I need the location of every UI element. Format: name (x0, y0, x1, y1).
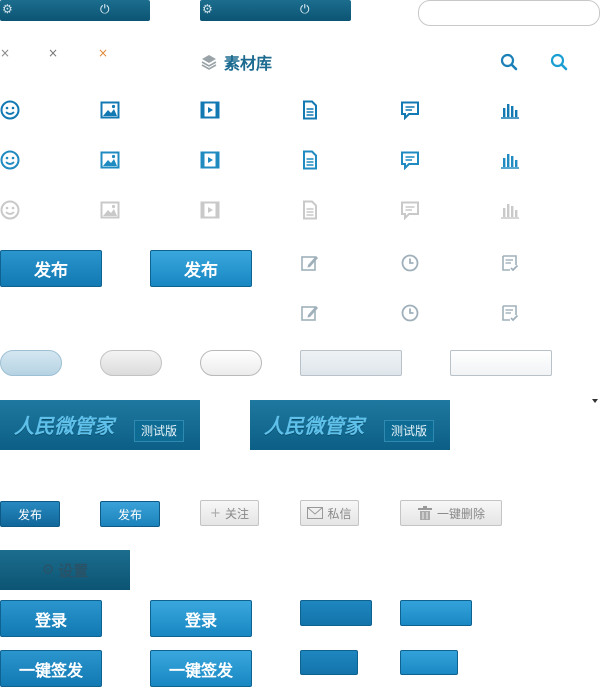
smiley-icon[interactable] (0, 200, 20, 220)
publish-small-label: 发布 (17, 507, 42, 522)
caret-down-icon[interactable] (592, 399, 598, 403)
chart-icon[interactable] (500, 150, 520, 170)
library-title: 素材库 (224, 54, 273, 73)
search-icon[interactable] (550, 53, 568, 71)
comment-icon[interactable] (400, 200, 420, 221)
check-note-icon[interactable] (500, 253, 520, 273)
blank-button-hover[interactable] (400, 600, 472, 626)
brand-logo: 人民微管家 (264, 414, 364, 438)
image-icon[interactable] (100, 100, 120, 120)
blank-button-small-hover[interactable] (400, 650, 458, 675)
pill-button-blue[interactable] (0, 350, 62, 376)
comment-icon[interactable] (400, 100, 420, 121)
message-button[interactable]: 私信 (300, 500, 359, 526)
chart-icon[interactable] (500, 100, 520, 120)
gear-icon[interactable]: ⚙ (202, 3, 213, 15)
toolbar-dark-1: ⚙ ⏻ (0, 0, 150, 21)
blank-button[interactable] (300, 600, 372, 626)
follow-button[interactable]: + 关注 (200, 500, 259, 526)
pill-button-gray[interactable] (100, 350, 162, 376)
beta-badge: 测试版 (384, 420, 435, 442)
power-icon[interactable]: ⏻ (100, 3, 110, 15)
video-icon[interactable] (200, 150, 220, 170)
check-note-icon[interactable] (500, 303, 520, 323)
publish-button-hover[interactable]: 发布 (150, 250, 252, 287)
trash-icon (417, 506, 432, 520)
brand-banner: 人民微管家 测试版 (250, 400, 450, 450)
document-icon[interactable] (300, 150, 320, 170)
gear-icon: ⚙ (41, 562, 55, 578)
login-button-hover[interactable]: 登录 (150, 600, 252, 637)
search-input[interactable] (418, 0, 600, 26)
search-icon[interactable] (500, 53, 518, 71)
login-button[interactable]: 登录 (0, 600, 102, 637)
comment-icon[interactable] (400, 150, 420, 171)
plus-icon: + (210, 505, 221, 521)
edit-icon[interactable] (300, 253, 320, 273)
mail-icon (307, 507, 324, 519)
brand-logo: 人民微管家 (14, 414, 114, 438)
pill-button-white[interactable] (200, 350, 262, 376)
close-icon[interactable]: × (48, 47, 58, 59)
clock-icon[interactable] (400, 303, 420, 323)
close-icon[interactable]: × (98, 47, 108, 59)
chart-icon[interactable] (500, 200, 520, 220)
brand-banner: 人民微管家 测试版 (0, 400, 200, 450)
clock-icon[interactable] (400, 253, 420, 273)
close-icon[interactable]: × (0, 47, 10, 59)
layers-icon (201, 55, 217, 70)
image-icon[interactable] (100, 150, 120, 170)
publish-small-button-hover[interactable]: 发布 (100, 501, 160, 527)
settings-label: 设置 (58, 561, 89, 580)
power-icon[interactable]: ⏻ (300, 3, 310, 15)
video-icon[interactable] (200, 100, 220, 120)
sign-all-button-hover[interactable]: 一键签发 (150, 650, 252, 687)
beta-badge: 测试版 (134, 420, 185, 442)
blank-button-small[interactable] (300, 650, 358, 675)
text-field-focused[interactable] (300, 350, 402, 376)
toolbar-dark-2: ⚙ ⏻ (200, 0, 351, 21)
document-icon[interactable] (300, 200, 320, 220)
publish-small-button[interactable]: 发布 (0, 501, 60, 527)
document-icon[interactable] (300, 100, 320, 120)
publish-button[interactable]: 发布 (0, 250, 102, 287)
edit-icon[interactable] (300, 303, 320, 323)
delete-all-label: 一键删除 (436, 506, 485, 521)
sign-all-button[interactable]: 一键签发 (0, 650, 102, 687)
follow-label: 关注 (224, 506, 249, 521)
video-icon[interactable] (200, 200, 220, 220)
delete-all-button[interactable]: 一键删除 (400, 500, 502, 526)
smiley-icon[interactable] (0, 100, 20, 120)
publish-small-label: 发布 (117, 507, 142, 522)
smiley-icon[interactable] (0, 150, 20, 170)
library-header: 素材库 (200, 50, 272, 74)
settings-button[interactable]: ⚙ 设置 (0, 550, 130, 590)
message-label: 私信 (327, 506, 352, 521)
gear-icon[interactable]: ⚙ (2, 3, 13, 15)
image-icon[interactable] (100, 200, 120, 220)
text-field[interactable] (450, 350, 552, 376)
